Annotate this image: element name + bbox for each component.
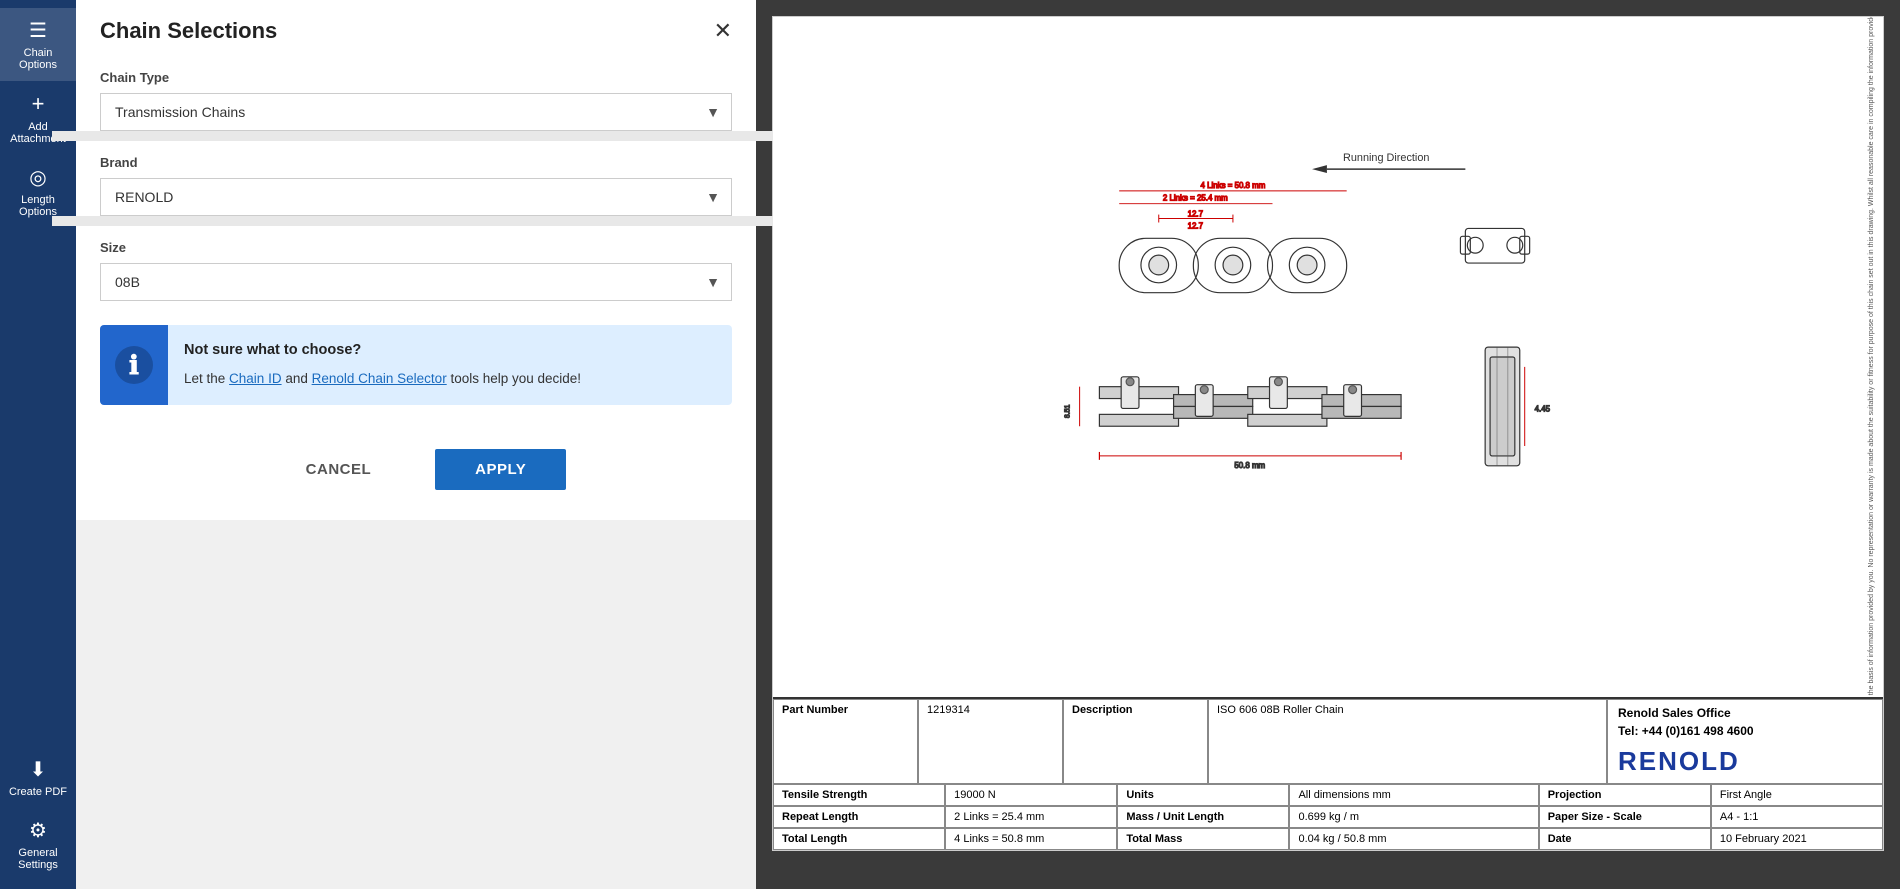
tbl-tensile-value: 19000 N <box>945 784 1117 806</box>
plus-icon <box>32 91 45 117</box>
table-row-4: Total Length 4 Links = 50.8 mm Total Mas… <box>773 828 1883 850</box>
tbl-repeat-value: 2 Links = 25.4 mm <box>945 806 1117 828</box>
table-row-2: Tensile Strength 19000 N Units All dimen… <box>773 784 1883 806</box>
brand-group: Brand RENOLD ▼ <box>100 141 732 216</box>
table-row-1: Part Number 1219314 Description ISO 606 … <box>773 699 1883 784</box>
modal-body-3: Size 08B ▼ ℹ Not sure what to choose? <box>76 226 756 405</box>
tbl-date-value: 10 February 2021 <box>1711 828 1883 850</box>
tbl-total-mass-label: Total Mass <box>1117 828 1289 850</box>
info-body-suffix: tools help you decide! <box>447 371 581 386</box>
svg-text:50.8 mm: 50.8 mm <box>1234 461 1265 470</box>
chain-type-label: Chain Type <box>100 56 732 93</box>
brand-label: Brand <box>100 141 732 178</box>
size-label: Size <box>100 226 732 263</box>
info-icon: ℹ <box>115 346 153 384</box>
tbl-tensile-label: Tensile Strength <box>773 784 945 806</box>
modal-header: Chain Selections ✕ <box>76 0 756 56</box>
renold-chain-selector-link[interactable]: Renold Chain Selector <box>312 371 447 386</box>
svg-text:12.7: 12.7 <box>1188 221 1203 230</box>
svg-text:Running Direction: Running Direction <box>1343 152 1429 164</box>
tbl-description-label: Description <box>1063 699 1208 784</box>
tbl-projection-label: Projection <box>1539 784 1711 806</box>
modal-footer: CANCEL APPLY <box>76 429 756 520</box>
gear-icon <box>29 818 47 843</box>
chain-type-select-wrapper: Transmission Chains ▼ <box>100 93 732 131</box>
sidebar-label-general-settings: General Settings <box>6 847 70 871</box>
brand-select-wrapper: RENOLD ▼ <box>100 178 732 216</box>
chain-type-group: Chain Type Transmission Chains ▼ <box>100 56 732 131</box>
info-icon-column: ℹ <box>100 325 168 405</box>
tbl-part-number-value: 1219314 <box>918 699 1063 784</box>
field-divider-2 <box>52 216 780 226</box>
main-area: Chain Selections ✕ Chain Type Transmissi… <box>76 0 1900 889</box>
info-body-mid: and <box>282 371 312 386</box>
tbl-paper-label: Paper Size - Scale <box>1539 806 1711 828</box>
vertical-text-area: © Renold PLC 2021. Version 3.2.0 rc0. Th… <box>1861 17 1883 697</box>
drawing-info-table: Part Number 1219314 Description ISO 606 … <box>773 697 1883 850</box>
tbl-date-label: Date <box>1539 828 1711 850</box>
info-box: ℹ Not sure what to choose? Let the Chain… <box>100 325 732 405</box>
tbl-total-mass-value: 0.04 kg / 50.8 mm <box>1289 828 1538 850</box>
tbl-total-length-value: 4 Links = 50.8 mm <box>945 828 1117 850</box>
tbl-paper-value: A4 - 1:1 <box>1711 806 1883 828</box>
tbl-total-length-label: Total Length <box>773 828 945 850</box>
hamburger-icon <box>29 18 47 43</box>
renold-logo-text: RENOLD <box>1618 746 1872 777</box>
tbl-part-number-label: Part Number <box>773 699 918 784</box>
info-text-content: Not sure what to choose? Let the Chain I… <box>168 325 597 405</box>
size-select[interactable]: 08B <box>100 263 732 301</box>
sidebar-item-create-pdf[interactable]: Create PDF <box>0 747 76 808</box>
modal-title: Chain Selections <box>100 18 277 44</box>
info-body-prefix: Let the <box>184 371 229 386</box>
tbl-units-label: Units <box>1117 784 1289 806</box>
svg-text:4.45: 4.45 <box>1535 404 1551 413</box>
chain-drawing-svg: Running Direction <box>773 17 1861 697</box>
tbl-repeat-label: Repeat Length <box>773 806 945 828</box>
close-button[interactable]: ✕ <box>714 20 732 42</box>
chain-type-select[interactable]: Transmission Chains <box>100 93 732 131</box>
table-row-3: Repeat Length 2 Links = 25.4 mm Mass / U… <box>773 806 1883 828</box>
tbl-mass-unit-label: Mass / Unit Length <box>1117 806 1289 828</box>
chain-id-link[interactable]: Chain ID <box>229 371 282 386</box>
sidebar-label-length-options: Length Options <box>6 194 70 218</box>
renold-info-cell: Renold Sales Office Tel: +44 (0)161 498 … <box>1607 699 1883 784</box>
field-divider-1 <box>52 131 780 141</box>
cancel-button[interactable]: CANCEL <box>266 449 412 490</box>
svg-text:2 Links = 25.4 mm: 2 Links = 25.4 mm <box>1163 194 1228 203</box>
modal-body-2: Brand RENOLD ▼ <box>76 141 756 216</box>
apply-button[interactable]: APPLY <box>435 449 566 490</box>
tbl-projection-value: First Angle <box>1711 784 1883 806</box>
svg-text:8.51: 8.51 <box>1065 405 1072 419</box>
search-icon <box>29 165 46 190</box>
sidebar-label-chain-options: Chain Options <box>6 47 70 71</box>
tbl-description-value: ISO 606 08B Roller Chain <box>1208 699 1607 784</box>
sidebar-item-general-settings[interactable]: General Settings <box>0 808 76 881</box>
tbl-units-value: All dimensions mm <box>1289 784 1538 806</box>
svg-text:12.7: 12.7 <box>1188 210 1203 219</box>
modal-body: Chain Type Transmission Chains ▼ <box>76 56 756 131</box>
sidebar-item-add-attachment[interactable]: Add Attachment <box>0 81 76 155</box>
drawing-panel: RENOLD Running Direction <box>756 0 1900 889</box>
size-group: Size 08B ▼ <box>100 226 732 301</box>
sidebar-item-chain-options[interactable]: Chain Options <box>0 8 76 81</box>
vertical-copyright-text: © Renold PLC 2021. Version 3.2.0 rc0. Th… <box>1868 17 1876 697</box>
renold-sales-label: Renold Sales Office <box>1618 706 1872 720</box>
modal-dialog: Chain Selections ✕ Chain Type Transmissi… <box>76 0 756 520</box>
modal-panel: Chain Selections ✕ Chain Type Transmissi… <box>76 0 756 889</box>
drawing-main-area: RENOLD Running Direction <box>773 17 1883 697</box>
download-icon <box>30 757 47 782</box>
svg-text:4 Links = 50.8 mm: 4 Links = 50.8 mm <box>1201 181 1266 190</box>
renold-phone: Tel: +44 (0)161 498 4600 <box>1618 724 1872 738</box>
sidebar-label-create-pdf: Create PDF <box>9 786 67 798</box>
size-select-wrapper: 08B ▼ <box>100 263 732 301</box>
drawing-container: RENOLD Running Direction <box>772 16 1884 851</box>
tbl-mass-unit-value: 0.699 kg / m <box>1289 806 1538 828</box>
brand-select[interactable]: RENOLD <box>100 178 732 216</box>
info-heading: Not sure what to choose? <box>184 339 581 362</box>
